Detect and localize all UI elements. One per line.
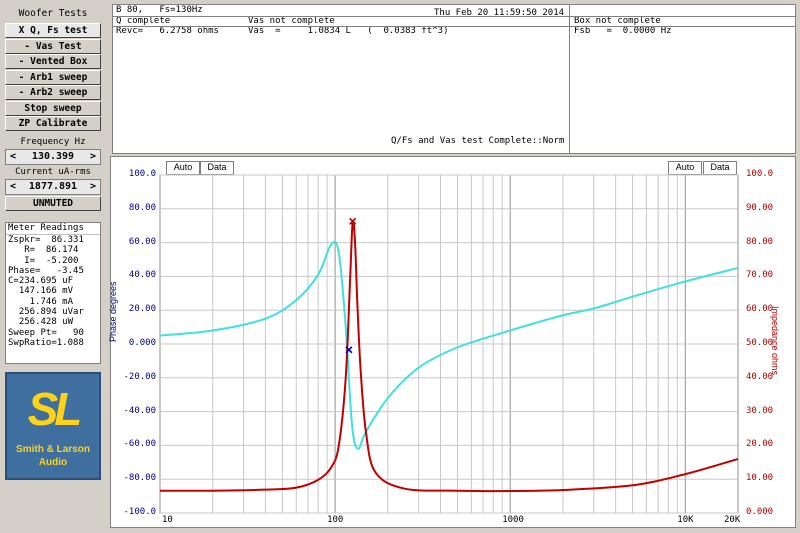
chevron-left-icon[interactable]: < [10, 150, 16, 164]
frequency-label: Frequency Hz [20, 137, 86, 147]
left-tick-label: -60.00 [123, 439, 156, 450]
meter-readings-panel: Meter Readings Zspkr= 86.331 R= 86.174 I… [5, 222, 101, 364]
current-value: 1877.891 [28, 181, 78, 192]
x-tick-label: 10K [677, 515, 694, 525]
current-stepper[interactable]: < 1877.891 > [5, 179, 101, 195]
right-tick-label: 30.00 [746, 405, 774, 416]
right-tick-label: 80.00 [746, 236, 774, 247]
smith-larson-logo: SL Smith & Larson Audio [5, 372, 101, 480]
left-tick-label: 60.00 [128, 236, 156, 247]
logo-text-line2: Audio [38, 457, 68, 468]
right-tick-label: 50.00 [746, 338, 774, 348]
result-row: Vas = 1.0834 L ( 0.0383 ft^3) [248, 26, 449, 36]
left-tick-label: 20.00 [128, 304, 156, 315]
q-status: Q complete [116, 15, 171, 26]
test-complete-status: Q/Fs and Vas test Complete::Norm [391, 136, 565, 146]
right-tick-label: 10.00 [746, 473, 774, 484]
date-time-display: Thu Feb 20 11:59:50 2014 [434, 8, 565, 18]
right-axis-label: Impedance ohms [770, 306, 780, 376]
q-results-column: B 80, Fs=130Hz Q complete Revc= 6.2758 o… [116, 5, 244, 153]
right-tick-label: 40.00 [746, 371, 774, 382]
left-tick-label: -20.00 [123, 371, 156, 382]
x-tick-label: 10 [162, 515, 173, 525]
test-button-5[interactable]: Stop sweep [5, 100, 101, 116]
meter-reading: SwpRatio=1.088 [8, 337, 84, 348]
test-button-1[interactable]: - Vas Test [5, 38, 101, 54]
meter-readings-list: Zspkr= 86.331 R= 86.174 I= -5.200 Phase= … [6, 235, 100, 348]
meter-reading: Zspkr= 86.331 [8, 235, 84, 245]
test-button-2[interactable]: - Vented Box [5, 54, 101, 69]
box-status: Box not complete [574, 15, 661, 26]
woofer-tests-title: Woofer Tests [18, 8, 88, 19]
x-tick-label: 1000 [502, 515, 524, 525]
meter-reading: C=234.695 uF [8, 276, 74, 287]
chevron-right-icon[interactable]: > [90, 150, 96, 164]
test-button-4[interactable]: - Arb2 sweep [5, 85, 101, 100]
left-tick-label: -100.0 [123, 507, 156, 517]
chart-svg [159, 174, 739, 514]
left-tick-label: 100.0 [128, 169, 156, 179]
right-tick-label: 100.0 [746, 169, 774, 179]
chevron-left-icon[interactable]: < [10, 180, 16, 194]
current-label: Current uA-rms [15, 167, 91, 177]
left-tick-label: 40.00 [128, 270, 156, 281]
test-button-0[interactable]: X Q, Fs test [5, 23, 101, 38]
meter-reading: 1.746 mA [8, 296, 74, 307]
results-header: B 80, Fs=130Hz Q complete Revc= 6.2758 o… [112, 4, 570, 154]
right-tick-label: 70.00 [746, 270, 774, 281]
meter-reading: 256.428 uW [8, 317, 74, 328]
right-tick-label: 20.00 [746, 439, 774, 450]
meter-reading: Phase= -3.45 [8, 265, 84, 276]
test-title: B 80, Fs=130Hz [116, 5, 203, 15]
right-tick-label: 0.000 [746, 507, 774, 517]
left-tick-label: 80.00 [128, 202, 156, 213]
test-button-6[interactable]: ZP Calibrate [5, 116, 101, 131]
left-tick-label: -40.00 [123, 405, 156, 416]
meter-reading: 256.894 uVar [8, 307, 84, 318]
right-tick-label: 60.00 [746, 304, 774, 315]
test-button-3[interactable]: - Arb1 sweep [5, 69, 101, 85]
result-row: Fsb = 0.0000 Hz [574, 26, 672, 36]
meter-readings-title: Meter Readings [6, 223, 100, 235]
meter-reading: 147.166 mV [8, 286, 74, 297]
left-tick-label: -80.00 [123, 473, 156, 484]
meter-reading: Sweep Pt= 90 [8, 327, 84, 338]
frequency-stepper[interactable]: < 130.399 > [5, 149, 101, 165]
result-row: Revc= 6.2758 ohms [116, 26, 219, 36]
right-tick-label: 90.00 [746, 202, 774, 213]
x-tick-label: 20K [724, 515, 741, 525]
x-tick-label: 100 [327, 515, 344, 525]
logo-mark: SL [27, 383, 83, 435]
vas-results-column: Vas not complete Vas = 1.0834 L ( 0.0383… [248, 5, 571, 153]
meter-reading: I= -5.200 [8, 255, 79, 266]
frequency-value: 130.399 [31, 151, 75, 162]
meter-reading: R= 86.174 [8, 245, 79, 256]
box-results-column: Thu Feb 20 11:59:50 2014 Box not complet… [570, 4, 796, 154]
chevron-right-icon[interactable]: > [90, 180, 96, 194]
left-tick-label: 0.000 [128, 338, 156, 348]
mute-toggle-button[interactable]: UNMUTED [5, 196, 101, 211]
logo-text-line1: Smith & Larson [16, 444, 90, 455]
